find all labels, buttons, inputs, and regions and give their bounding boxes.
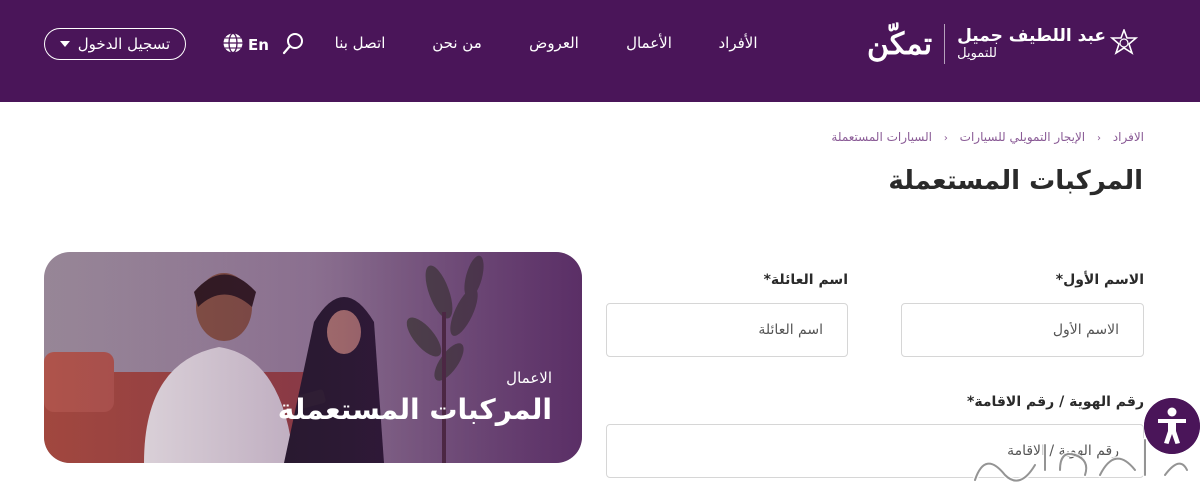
hero-banner: الاعمال المركبات المستعملة [44,252,582,463]
site-header: عبد اللطيف جميل للتمويل تمكّن الأفراد ال… [0,0,1200,102]
first-name-label: الاسم الأول* [1055,272,1144,288]
id-number-label: رقم الهوية / رقم الاقامة* [967,394,1144,410]
login-button-label: تسجيل الدخول [77,35,171,53]
breadcrumb-separator: ‹ [1096,133,1101,144]
id-number-field[interactable] [606,424,1144,478]
nav-item-business[interactable]: الأعمال [626,34,672,52]
chevron-down-icon [59,41,70,47]
hero-overlay [44,252,582,463]
first-name-field[interactable] [901,303,1144,357]
hero-title: المركبات المستعملة [277,393,552,426]
accessibility-icon[interactable] [1144,398,1200,454]
nav-item-contact[interactable]: اتصل بنا [335,34,386,52]
login-button[interactable]: تسجيل الدخول [44,28,186,60]
breadcrumb: الافراد ‹ الإيجار التمويلي للسيارات ‹ ال… [831,130,1144,144]
breadcrumb-item-individuals[interactable]: الافراد [1113,130,1144,144]
hero-subtitle: الاعمال [506,369,552,387]
page-title: المركبات المستعملة [888,166,1143,196]
breadcrumb-item-used-cars[interactable]: السيارات المستعملة [831,130,932,144]
last-name-label: اسم العائلة* [763,272,848,288]
globe-icon[interactable] [222,32,244,54]
search-icon[interactable] [282,31,306,55]
nav-item-individuals[interactable]: الأفراد [718,34,757,52]
nav-item-about[interactable]: من نحن [432,34,482,52]
last-name-field[interactable] [606,303,848,357]
nav-item-offers[interactable]: العروض [529,34,579,52]
breadcrumb-item-car-leasing[interactable]: الإيجار التمويلي للسيارات [960,130,1085,144]
breadcrumb-separator: ‹ [943,133,948,144]
language-switch[interactable]: En [248,36,269,54]
